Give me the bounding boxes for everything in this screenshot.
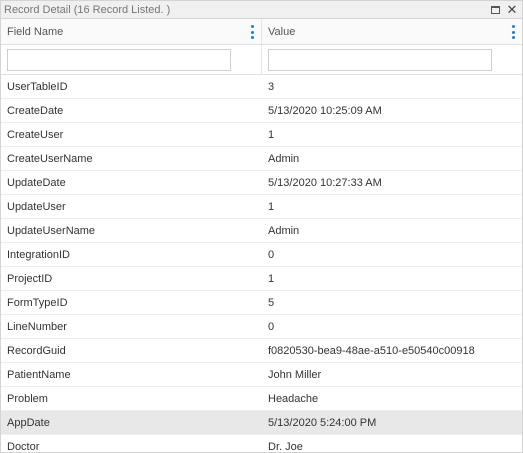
table-row[interactable]: IntegrationID 0	[1, 243, 522, 267]
column-menu-icon[interactable]	[251, 25, 255, 39]
table-row[interactable]: LineNumber 0	[1, 315, 522, 339]
field-name-cell: LineNumber	[7, 320, 67, 333]
table-row[interactable]: RecordGuid f0820530-bea9-48ae-a510-e50540…	[1, 339, 522, 363]
table-row[interactable]: UpdateDate 5/13/2020 10:27:33 AM	[1, 171, 522, 195]
field-name-cell: IntegrationID	[7, 248, 70, 261]
window-title: Record Detail (16 Record Listed. )	[4, 3, 171, 16]
value-cell: Admin	[268, 224, 300, 237]
field-name-cell: PatientName	[7, 368, 71, 381]
value-cell: 5/13/2020 10:25:09 AM	[268, 104, 382, 117]
field-name-cell: AppDate	[7, 416, 50, 429]
window-controls: ✕	[488, 1, 522, 18]
column-header-value[interactable]: Value	[262, 19, 522, 44]
field-name-cell: CreateUser	[7, 128, 64, 141]
value-cell: John Miller	[268, 368, 322, 381]
table-row[interactable]: UpdateUserName Admin	[1, 219, 522, 243]
column-header-label: Field Name	[7, 25, 64, 38]
table-row[interactable]: CreateUser 1	[1, 123, 522, 147]
field-name-cell: CreateDate	[7, 104, 64, 117]
filter-cell-field-name	[1, 45, 262, 74]
field-name-cell: ProjectID	[7, 272, 53, 285]
value-filter-input[interactable]	[268, 48, 492, 71]
value-cell: Admin	[268, 152, 300, 165]
column-header-label: Value	[268, 25, 296, 38]
table-row[interactable]: UserTableID 3	[1, 75, 522, 99]
column-menu-icon[interactable]	[512, 25, 516, 39]
value-cell: Headache	[268, 392, 319, 405]
field-name-cell: UpdateUser	[7, 200, 66, 213]
table-row[interactable]: CreateDate 5/13/2020 10:25:09 AM	[1, 99, 522, 123]
value-cell: 5/13/2020 5:24:00 PM	[268, 416, 377, 429]
grid-header: Field Name Value	[1, 19, 522, 45]
value-cell: 5/13/2020 10:27:33 AM	[268, 176, 382, 189]
value-cell: 0	[268, 320, 275, 333]
table-row[interactable]: AppDate 5/13/2020 5:24:00 PM	[1, 411, 522, 435]
field-name-cell: UpdateDate	[7, 176, 66, 189]
field-name-cell: Problem	[7, 392, 48, 405]
value-cell: 1	[268, 200, 275, 213]
close-icon[interactable]: ✕	[505, 3, 519, 17]
grid-body: UserTableID 3 CreateDate 5/13/2020 10:25:09…	[1, 75, 522, 453]
field-name-cell: UserTableID	[7, 80, 68, 93]
record-detail-window: Record Detail (16 Record Listed. ) ✕ Fie…	[0, 0, 523, 453]
value-cell: 1	[268, 128, 275, 141]
table-row[interactable]: ProjectID 1	[1, 267, 522, 291]
field-name-cell: FormTypeID	[7, 296, 68, 309]
table-row[interactable]: CreateUserName Admin	[1, 147, 522, 171]
value-cell: 0	[268, 248, 275, 261]
field-name-cell: CreateUserName	[7, 152, 93, 165]
table-row[interactable]: UpdateUser 1	[1, 195, 522, 219]
field-name-filter-input[interactable]	[7, 48, 231, 71]
title-bar: Record Detail (16 Record Listed. ) ✕	[1, 1, 522, 19]
column-header-field-name[interactable]: Field Name	[1, 19, 262, 44]
table-row[interactable]: PatientName John Miller	[1, 363, 522, 387]
table-row[interactable]: Problem Headache	[1, 387, 522, 411]
filter-cell-value	[262, 45, 522, 74]
table-row[interactable]: FormTypeID 5	[1, 291, 522, 315]
value-cell: 1	[268, 272, 275, 285]
restore-window-icon[interactable]	[488, 3, 502, 17]
value-cell: f0820530-bea9-48ae-a510-e50540c00918	[268, 344, 475, 357]
field-name-cell: RecordGuid	[7, 344, 66, 357]
value-cell: 3	[268, 80, 275, 93]
value-cell: 5	[268, 296, 275, 309]
field-name-cell: UpdateUserName	[7, 224, 96, 237]
filter-row	[1, 45, 522, 75]
field-name-cell: Doctor	[7, 440, 40, 453]
value-cell: Dr. Joe	[268, 440, 303, 453]
table-row[interactable]: Doctor Dr. Joe	[1, 435, 522, 453]
